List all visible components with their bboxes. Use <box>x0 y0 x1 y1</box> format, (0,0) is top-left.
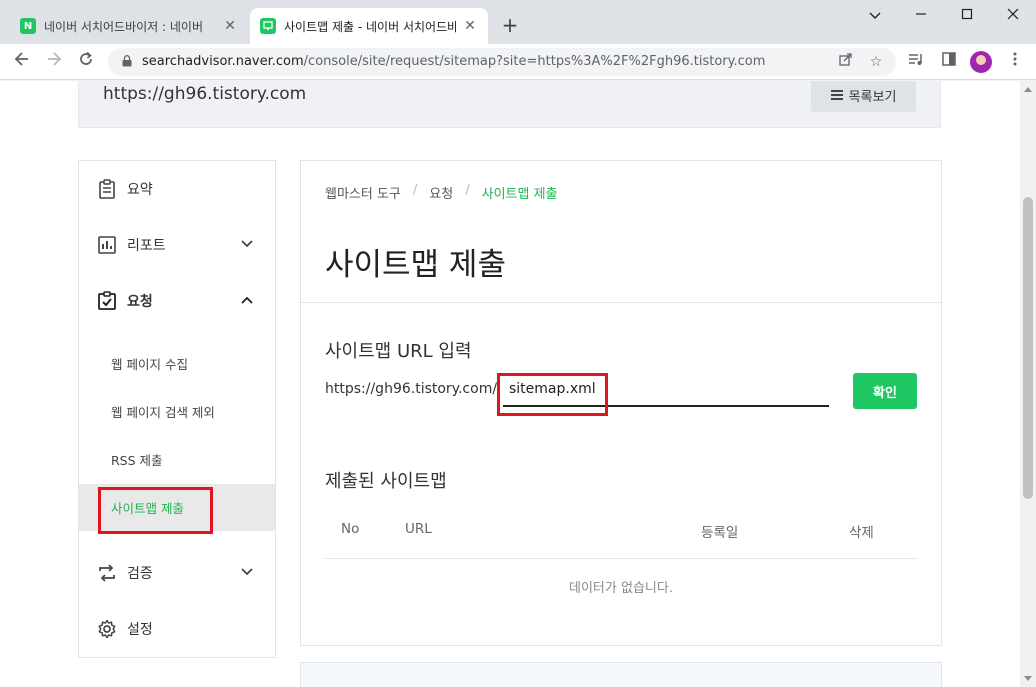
url-text: searchadvisor.naver.com/console/site/req… <box>142 54 766 69</box>
page-viewport: https://gh96.tistory.com 목록보기 요약 리포트 요청 … <box>0 81 1020 687</box>
naver-n-icon: N <box>20 18 36 34</box>
reload-icon[interactable] <box>74 50 98 74</box>
search-advisor-icon <box>260 18 276 34</box>
sidebar-item-label: 리포트 <box>127 238 166 254</box>
sidebar-subitem-rss[interactable]: RSS 제출 <box>79 436 275 483</box>
sync-arrows-icon <box>99 564 115 582</box>
highlight-box-input <box>497 373 608 416</box>
sidebar: 요약 리포트 요청 웹 페이지 수집 웹 페이지 검색 제외 RSS 제출 사이… <box>78 160 276 658</box>
address-bar[interactable]: searchadvisor.naver.com/console/site/req… <box>108 48 896 76</box>
site-url: https://gh96.tistory.com <box>103 84 307 104</box>
sidebar-item-report[interactable]: 리포트 <box>79 221 275 269</box>
profile-avatar[interactable] <box>970 51 992 73</box>
back-arrow-icon[interactable] <box>10 50 34 74</box>
table-header-date: 등록일 <box>701 525 739 541</box>
close-icon[interactable]: ✕ <box>222 18 238 34</box>
url-prefix: https://gh96.tistory.com/ <box>325 381 498 397</box>
browser-tab-sitemap[interactable]: 사이트맵 제출 - 네이버 서치어드바 ✕ <box>250 8 488 44</box>
highlight-box-sidebar <box>98 487 213 534</box>
confirm-button[interactable]: 확인 <box>853 373 917 409</box>
scroll-up-arrow-icon[interactable] <box>1024 87 1032 92</box>
page-scrollbar[interactable] <box>1020 81 1036 687</box>
forward-arrow-icon[interactable] <box>42 50 66 74</box>
page-title: 사이트맵 제출 <box>325 247 506 283</box>
breadcrumb-current: 사이트맵 제출 <box>481 187 558 202</box>
scrollbar-thumb[interactable] <box>1023 197 1033 499</box>
table-header-no: No <box>341 521 360 537</box>
list-view-label: 목록보기 <box>848 89 897 105</box>
menu-kebab-icon[interactable] <box>1004 51 1026 73</box>
browser-toolbar: searchadvisor.naver.com/console/site/req… <box>0 44 1036 80</box>
table-header-delete: 삭제 <box>849 525 874 541</box>
tab-title: 사이트맵 제출 - 네이버 서치어드바 <box>284 19 456 34</box>
sidebar-item-verify[interactable]: 검증 <box>79 549 275 597</box>
sidebar-item-label: 요청 <box>127 294 153 310</box>
sidebar-item-label: 요약 <box>127 182 153 198</box>
sidebar-item-request[interactable]: 요청 <box>79 277 275 325</box>
checklist-icon <box>98 291 116 310</box>
breadcrumb-item[interactable]: 웹마스터 도구 <box>325 183 401 202</box>
main-panel: 웹마스터 도구 / 요청 / 사이트맵 제출 사이트맵 제출 사이트맵 URL … <box>300 160 942 646</box>
bookmark-star-icon[interactable]: ☆ <box>866 52 886 72</box>
media-control-icon[interactable] <box>905 51 927 73</box>
table-divider <box>325 558 917 559</box>
breadcrumb: 웹마스터 도구 / 요청 / 사이트맵 제출 <box>325 183 558 202</box>
minimize-icon[interactable] <box>898 4 944 28</box>
close-icon[interactable]: ✕ <box>462 18 478 34</box>
submitted-sitemaps-title: 제출된 사이트맵 <box>325 471 447 492</box>
sidebar-item-label: 검증 <box>127 566 153 582</box>
sidebar-subitem-page-crawl[interactable]: 웹 페이지 수집 <box>79 340 275 387</box>
chevron-down-icon[interactable] <box>241 566 253 578</box>
breadcrumb-separator: / <box>465 183 470 198</box>
breadcrumb-item[interactable]: 요청 <box>429 183 453 202</box>
list-icon <box>830 90 843 100</box>
sidebar-item-summary[interactable]: 요약 <box>79 165 275 213</box>
sidebar-item-label: 설정 <box>127 622 153 638</box>
share-icon[interactable] <box>836 52 856 72</box>
chevron-up-icon[interactable] <box>241 294 253 306</box>
maximize-icon[interactable] <box>944 4 990 28</box>
sidebar-item-settings[interactable]: 설정 <box>79 605 275 653</box>
browser-tab-naver[interactable]: N 네이버 서치어드바이저 : 네이버 ✕ <box>10 8 248 44</box>
breadcrumb-separator: / <box>412 183 418 198</box>
table-header-url: URL <box>405 521 432 537</box>
list-view-button[interactable]: 목록보기 <box>811 81 916 112</box>
chevron-down-icon[interactable] <box>241 238 253 250</box>
browser-tab-strip: N 네이버 서치어드바이저 : 네이버 ✕ 사이트맵 제출 - 네이버 서치어드… <box>0 0 1036 44</box>
lock-icon <box>122 55 132 67</box>
window-close-icon[interactable] <box>990 4 1036 28</box>
next-panel <box>300 662 942 687</box>
sidebar-subitem-exclude-search[interactable]: 웹 페이지 검색 제외 <box>79 388 275 435</box>
bar-chart-icon <box>98 236 116 254</box>
empty-table-message: 데이터가 없습니다. <box>569 581 673 596</box>
site-header: https://gh96.tistory.com 목록보기 <box>78 81 941 128</box>
gear-icon <box>98 619 116 639</box>
new-tab-button[interactable]: + <box>498 14 522 38</box>
divider <box>301 302 941 303</box>
side-panel-icon[interactable] <box>938 51 960 73</box>
clipboard-icon <box>99 179 115 199</box>
scroll-down-arrow-icon[interactable] <box>1024 676 1032 681</box>
tab-search-icon[interactable] <box>852 4 898 28</box>
url-input-section-title: 사이트맵 URL 입력 <box>325 341 472 362</box>
tab-title: 네이버 서치어드바이저 : 네이버 <box>44 19 204 34</box>
